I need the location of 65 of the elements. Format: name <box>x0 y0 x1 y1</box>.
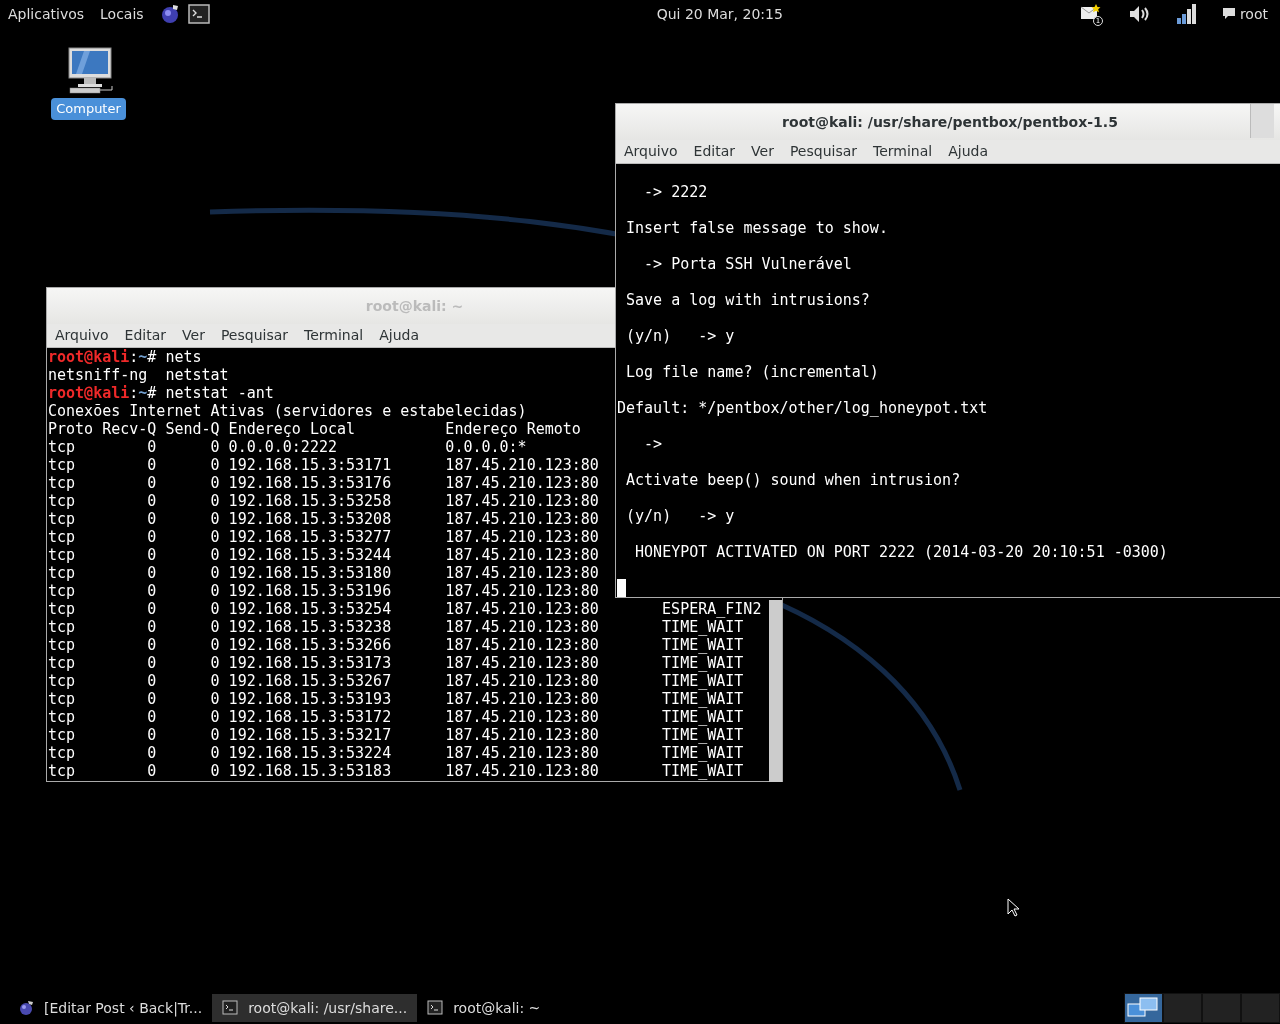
terminal-icon[interactable] <box>187 4 210 24</box>
terminal-line: Save a log with intrusions? <box>625 291 870 309</box>
terminal-line: HONEYPOT ACTIVATED ON PORT 2222 (2014-03-20 20:10:51 -0300) <box>634 543 1168 561</box>
taskbar-button[interactable]: root@kali: /usr/share... <box>212 994 418 1022</box>
terminal-line: Insert false message to show. <box>625 219 888 237</box>
terminal-line: tcp 0 0 192.168.15.3:53258 187.45.210.123:80 <box>48 492 599 510</box>
terminal-line: tcp 0 0 192.168.15.3:53193 187.45.210.123:80 TIME_WAIT <box>48 690 744 708</box>
menu-item[interactable]: Arquivo <box>624 141 678 162</box>
terminal-line: Proto Recv-Q Send-Q Endereço Local Endereço Remoto <box>48 420 581 438</box>
menu-item[interactable]: Terminal <box>304 325 364 346</box>
terminal-line: tcp 0 0 192.168.15.3:53196 187.45.210.123:80 <box>48 582 599 600</box>
terminal-line: tcp 0 0 192.168.15.3:53266 187.45.210.123:80 TIME_WAIT <box>48 636 744 654</box>
terminal-line: tcp 0 0 192.168.15.3:53224 187.45.210.123:80 TIME_WAIT <box>48 744 744 762</box>
terminal-line: tcp 0 0 192.168.15.3:53267 187.45.210.123:80 TIME_WAIT <box>48 672 744 690</box>
window-title: root@kali: /usr/share/pentbox/pentbox-1.5 <box>782 114 1118 130</box>
terminal-line: tcp 0 0 192.168.15.3:53180 187.45.210.123:80 <box>48 564 599 582</box>
menu-item[interactable]: Pesquisar <box>220 325 289 346</box>
clock[interactable]: Qui 20 Mar, 20:15 <box>656 5 783 22</box>
menu-item[interactable]: Ajuda <box>948 141 989 162</box>
terminal-line: tcp 0 0 192.168.15.3:53176 187.45.210.123:80 <box>48 474 599 492</box>
menu-item[interactable]: Arquivo <box>55 325 109 346</box>
terminal-line: tcp 0 0 192.168.15.3:53172 187.45.210.123:80 TIME_WAIT <box>48 708 744 726</box>
terminal-icon <box>427 1000 444 1016</box>
terminal-line: Activate beep() sound when intrusion? <box>625 471 961 489</box>
terminal-line: tcp 0 0 192.168.15.3:53254 187.45.210.123:80 ESPERA_FIN2 <box>48 600 762 618</box>
menu-item[interactable]: Ajuda <box>379 325 420 346</box>
taskbar-button[interactable]: root@kali: ~ <box>417 994 551 1022</box>
terminal-line: (y/n) -> y <box>625 507 735 525</box>
globe-icon[interactable] <box>159 4 180 24</box>
terminal-line: tcp 0 0 192.168.15.3:53183 187.45.210.123:80 TIME_WAIT <box>48 762 744 780</box>
terminal-line: Log file name? (incremental) <box>625 363 879 381</box>
terminal-line: -> 2222 <box>643 183 708 201</box>
menu-item[interactable]: Editar <box>693 141 736 162</box>
prompt-line: root@kali:~# netstat -ant <box>48 384 274 402</box>
menu-item[interactable]: Ver <box>182 325 205 346</box>
taskbar-button[interactable]: [Editar Post ‹ Back|Tr... <box>8 994 213 1022</box>
terminal-line: netsniff-ng netstat <box>48 366 229 384</box>
top-menu[interactable]: Locais <box>100 3 144 25</box>
terminal-line: Conexões Internet Ativas (servidores e estabelecidas) <box>48 402 527 420</box>
menu-item[interactable]: Terminal <box>873 141 933 162</box>
terminal-icon <box>222 1000 239 1016</box>
scrollbar[interactable] <box>769 600 782 782</box>
terminal-line: tcp 0 0 192.168.15.3:53277 187.45.210.123:80 <box>48 528 599 546</box>
workspace-button[interactable] <box>1124 993 1163 1023</box>
terminal-line: -> Porta SSH Vulnerável <box>643 255 852 273</box>
terminal-line: Default: */pentbox/other/log_honeypot.txt <box>617 399 988 417</box>
prompt-line: root@kali:~# nets <box>48 348 202 366</box>
terminal-line: tcp 0 0 0.0.0.0:2222 0.0.0.0:* <box>48 438 527 456</box>
mouse-pointer-icon <box>1007 898 1019 917</box>
top-menu[interactable]: Aplicativos <box>8 3 85 25</box>
terminal-line: tcp 0 0 192.168.15.3:53238 187.45.210.123:80 TIME_WAIT <box>48 618 744 636</box>
terminal-line: (y/n) -> y <box>625 327 735 345</box>
menu-item[interactable]: Ver <box>751 141 774 162</box>
signal-bars-icon[interactable] <box>1175 3 1198 25</box>
terminal-line: tcp 0 0 192.168.15.3:53244 187.45.210.123:80 <box>48 546 599 564</box>
menu-item[interactable]: Editar <box>124 325 167 346</box>
terminal-line: tcp 0 0 192.168.15.3:53173 187.45.210.123:80 TIME_WAIT <box>48 654 744 672</box>
menu-item[interactable]: Pesquisar <box>789 141 858 162</box>
chat-bubble-icon[interactable] <box>1221 7 1236 21</box>
user-name[interactable]: root <box>1239 3 1268 25</box>
terminal-line: tcp 0 0 192.168.15.3:53217 187.45.210.123:80 TIME_WAIT <box>48 726 744 744</box>
terminal-line: tcp 0 0 192.168.15.3:53171 187.45.210.123:80 <box>48 456 599 474</box>
terminal-line: -> <box>643 435 663 453</box>
globe-icon <box>18 1000 34 1016</box>
terminal-line: tcp 0 0 192.168.15.3:53208 187.45.210.123:80 <box>48 510 599 528</box>
